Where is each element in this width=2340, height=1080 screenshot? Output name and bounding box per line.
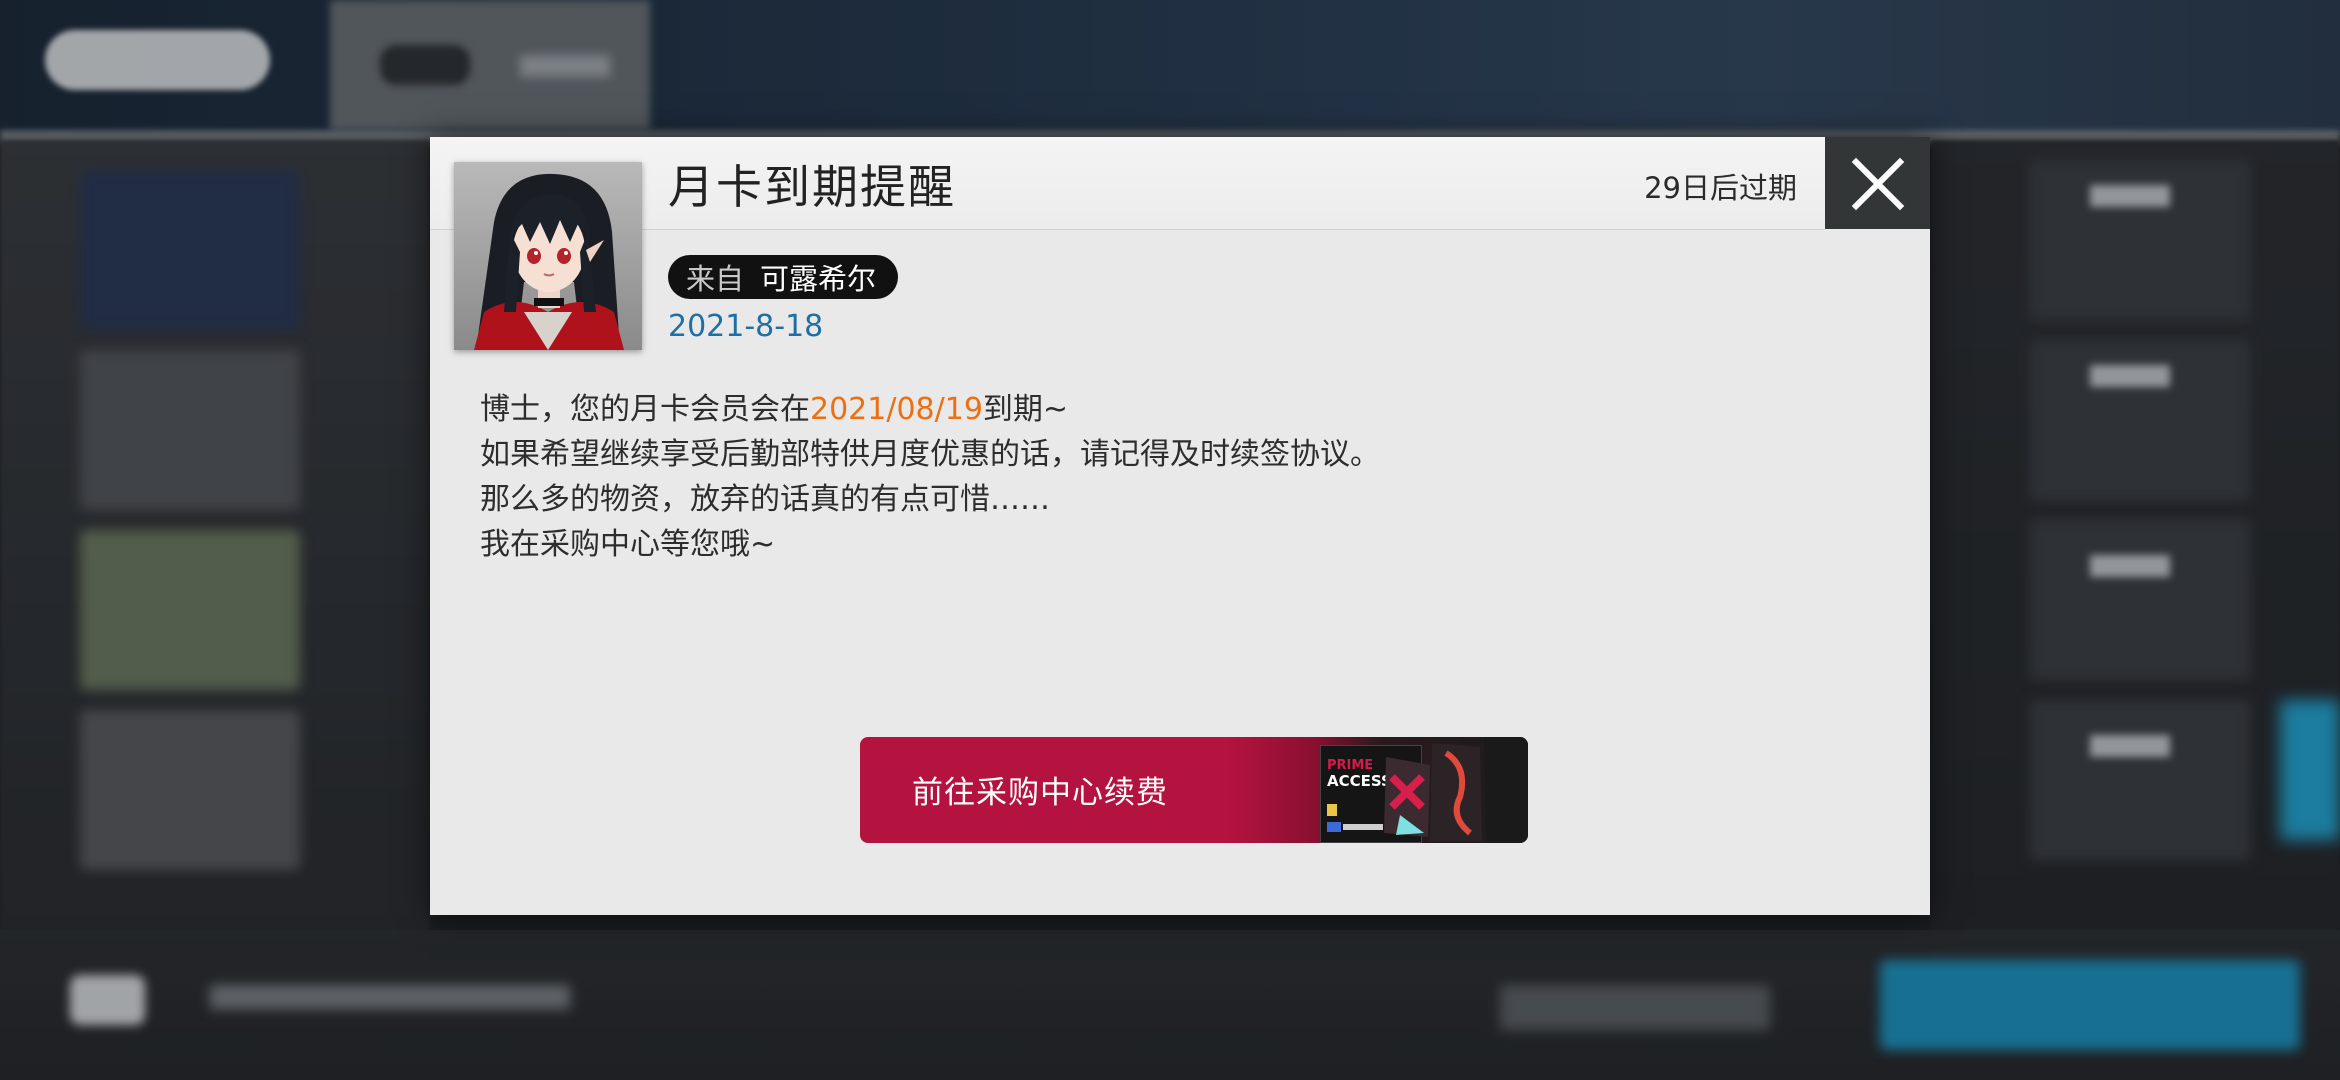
expiry-date-highlight: 2021/08/19 [810,392,983,427]
sender-name: 可露希尔 [760,262,877,296]
body-line-2: 如果希望继续享受后勤部特供月度优惠的话，请记得及时续签协议。 [480,437,1380,472]
body-line-1: 博士，您的月卡会员会在2021/08/19到期~ [480,387,1380,432]
body-line-1-end: 到期~ [982,392,1069,427]
body-line-4: 我在采购中心等您哦~ [480,527,776,562]
body-line-3: 那么多的物资，放弃的话真的有点可惜…… [480,482,1050,517]
prime-access-art: PRIME ACCESS [1300,737,1528,843]
sender-prefix: 来自 [686,262,745,296]
prime-card-decoration-icon [1327,804,1383,832]
body-line-1-start: 博士，您的月卡会员会在 [480,392,810,427]
character-portrait-icon [454,162,642,350]
sender-avatar [454,162,642,350]
renew-at-store-button[interactable]: 前往采购中心续费 PRIME ACCESS [860,737,1528,843]
renew-button-label: 前往采购中心续费 [912,775,1168,811]
close-button[interactable] [1825,137,1930,229]
expiry-countdown: 29日后过期 [1644,171,1797,205]
prime-access-card-icon: PRIME ACCESS [1320,745,1422,843]
game-screen: 月卡到期提醒 29日后过期 来自 可露希尔 2021-8-18 博士，您的月卡会… [0,0,2340,1080]
sender-badge: 来自 可露希尔 [668,255,899,299]
mail-date: 2021-8-18 [668,309,824,344]
mail-body: 博士，您的月卡会员会在2021/08/19到期~ 如果希望继续享受后勤部特供月度… [480,387,1380,567]
dialog-title: 月卡到期提醒 [668,160,956,214]
close-icon [1851,157,1905,211]
expiry-reminder-dialog: 月卡到期提醒 29日后过期 来自 可露希尔 2021-8-18 博士，您的月卡会… [430,137,1930,915]
